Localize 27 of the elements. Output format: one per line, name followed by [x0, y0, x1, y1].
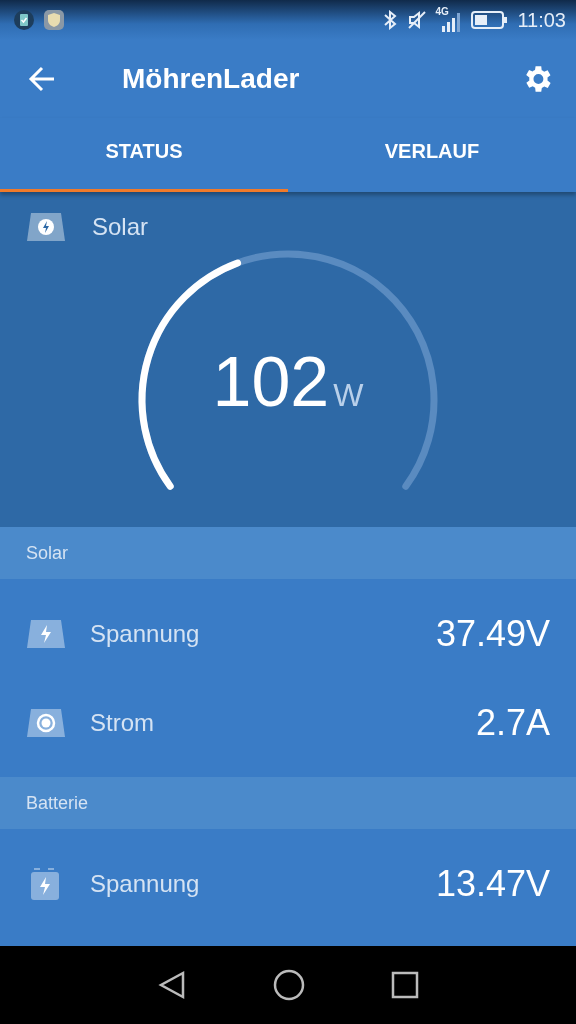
- row-value: 13.47V: [435, 862, 550, 905]
- target-icon: [26, 707, 66, 738]
- section-header: Batterie: [0, 777, 576, 829]
- power-value: 102: [212, 342, 330, 422]
- muted-speaker-icon: [407, 10, 428, 30]
- power-unit: W: [333, 377, 364, 414]
- section-header: Solar: [0, 527, 576, 579]
- bluetooth-icon: [383, 10, 398, 30]
- tab[interactable]: VERLAUF: [288, 118, 576, 192]
- solar-bolt-icon: [26, 212, 66, 242]
- recents-nav-button[interactable]: [391, 971, 419, 999]
- row-label: Spannung: [90, 619, 201, 648]
- clipboard-icon: [14, 10, 34, 30]
- row-value: 37.49V: [435, 612, 550, 655]
- row-label: Strom: [90, 708, 155, 737]
- gauge-label: Solar: [92, 213, 149, 241]
- shield-icon: [44, 10, 64, 30]
- row-value: 2.7A: [475, 701, 550, 744]
- home-nav-button[interactable]: [273, 969, 305, 1001]
- row-label: Spannung: [90, 869, 201, 898]
- back-arrow-icon[interactable]: [28, 65, 56, 93]
- app-title: MöhrenLader: [122, 63, 301, 95]
- bolt-icon: [26, 618, 66, 649]
- battery-icon: [471, 11, 508, 29]
- back-nav-button[interactable]: [157, 970, 187, 1000]
- clock-time: 11:03: [517, 8, 566, 32]
- network-type: 4G: [435, 6, 449, 17]
